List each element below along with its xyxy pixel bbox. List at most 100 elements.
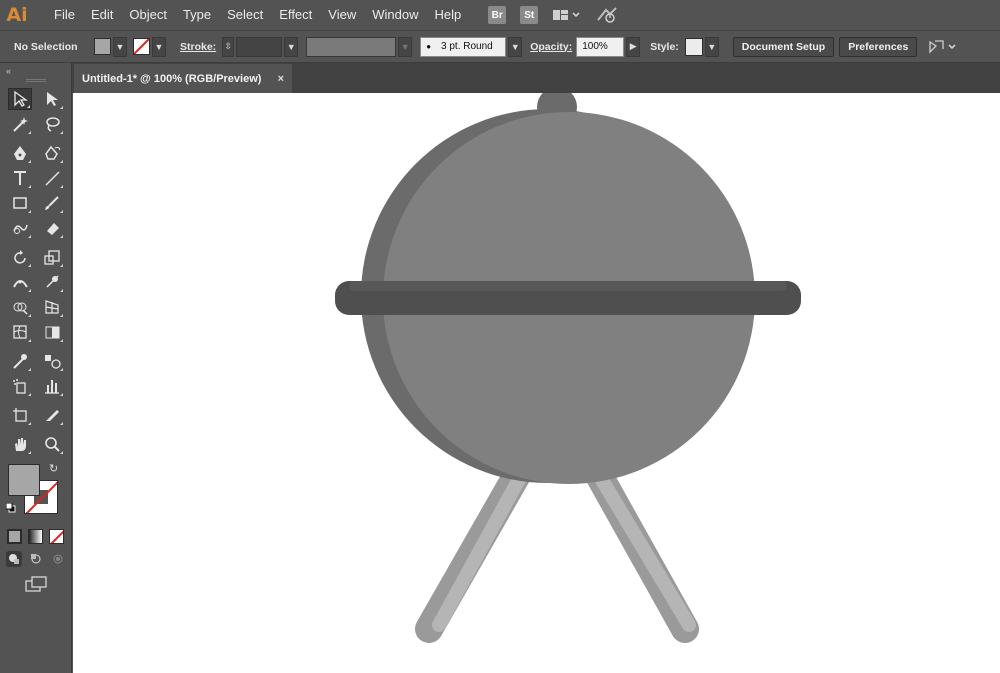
slice-tool-icon[interactable] (40, 404, 64, 426)
graphic-style-swatch[interactable] (684, 37, 703, 56)
bridge-icon[interactable]: Br (488, 6, 507, 24)
tools-panel: « ↻ (0, 63, 72, 673)
fill-swatch (94, 38, 111, 55)
eraser-tool-icon[interactable] (40, 217, 64, 239)
column-graph-tool-icon[interactable] (40, 375, 64, 397)
document-tab-title: Untitled-1* @ 100% (RGB/Preview) (82, 72, 262, 85)
stroke-none-swatch (133, 38, 150, 55)
draw-behind-icon[interactable] (28, 551, 44, 567)
document-tab[interactable]: Untitled-1* @ 100% (RGB/Preview) × (74, 64, 292, 93)
fill-color-box[interactable] (8, 464, 40, 496)
tool-row (0, 294, 71, 319)
tool-row (0, 86, 71, 111)
grill-left-leg (415, 447, 539, 643)
paintbrush-tool-icon[interactable] (40, 192, 64, 214)
menu-file[interactable]: File (46, 0, 83, 30)
selection-tool-icon[interactable] (7, 87, 32, 110)
mesh-tool-icon[interactable] (8, 321, 32, 343)
eyedropper-tool-icon[interactable] (8, 350, 32, 372)
stroke-label: Stroke: (180, 40, 217, 53)
screen-mode-icon[interactable] (24, 575, 48, 593)
artboard-tool-icon[interactable] (8, 404, 32, 426)
chevron-down-icon[interactable]: ▼ (152, 36, 166, 57)
tool-row (0, 319, 71, 344)
tool-row (0, 165, 71, 190)
barbecue-grill-artwork (335, 93, 801, 643)
shape-builder-tool-icon[interactable] (8, 296, 32, 318)
control-bar: No Selection ▼ ▼ Stroke: ⇳ ▼ ▼ ● 3 pt. R… (0, 30, 1000, 63)
artboard-canvas[interactable] (73, 93, 1000, 673)
default-fill-stroke-icon[interactable] (5, 502, 16, 513)
chevron-down-icon[interactable]: ▼ (398, 36, 413, 57)
rotate-tool-icon[interactable] (8, 246, 32, 268)
menu-select[interactable]: Select (219, 0, 271, 30)
opacity-label[interactable]: Opacity: (530, 41, 572, 53)
menu-edit[interactable]: Edit (83, 0, 121, 30)
perspective-grid-tool-icon[interactable] (40, 296, 64, 318)
chevron-down-icon[interactable]: ▼ (508, 36, 523, 57)
blend-tool-icon[interactable] (40, 350, 64, 372)
tool-row (0, 111, 71, 136)
tool-row (0, 402, 71, 427)
stroke-color-picker[interactable]: ▼ (133, 36, 166, 57)
align-options-icon[interactable] (927, 38, 959, 56)
menu-object[interactable]: Object (121, 0, 175, 30)
zoom-tool-icon[interactable] (40, 433, 64, 455)
collapse-panel-icon[interactable]: « (0, 63, 71, 79)
chevron-down-icon[interactable]: ▼ (284, 36, 299, 57)
none-mode-icon[interactable] (49, 528, 64, 544)
grill-band-highlight (349, 281, 787, 291)
preferences-button[interactable]: Preferences (839, 36, 918, 57)
gradient-tool-icon[interactable] (40, 321, 64, 343)
line-segment-tool-icon[interactable] (40, 167, 64, 189)
magic-wand-tool-icon[interactable] (8, 113, 32, 135)
stroke-weight-field[interactable] (236, 36, 283, 57)
close-tab-icon[interactable]: × (278, 73, 284, 85)
tool-row (0, 348, 71, 373)
tool-row (0, 373, 71, 398)
swap-fill-stroke-icon[interactable]: ↻ (49, 462, 58, 475)
symbol-sprayer-tool-icon[interactable] (8, 375, 32, 397)
tool-grid (0, 86, 71, 456)
width-tool-icon[interactable] (8, 271, 32, 293)
menu-view[interactable]: View (320, 0, 364, 30)
lasso-tool-icon[interactable] (40, 113, 64, 135)
draw-mode-row (0, 546, 71, 572)
menu-bar: Ai File Edit Object Type Select Effect V… (0, 0, 1000, 30)
stock-icon[interactable]: St (520, 6, 539, 24)
rectangle-tool-icon[interactable] (8, 192, 32, 214)
gpu-performance-icon[interactable] (596, 6, 618, 24)
menu-help[interactable]: Help (426, 0, 469, 30)
gradient-mode-icon[interactable] (28, 528, 43, 544)
color-mode-row (0, 526, 71, 546)
variable-width-profile[interactable] (306, 36, 397, 57)
opacity-field[interactable]: 100% (576, 36, 625, 57)
fill-color-picker[interactable]: ▼ (94, 36, 127, 57)
brush-definition-value: 3 pt. Round (441, 41, 493, 52)
shaper-tool-icon[interactable] (8, 217, 32, 239)
menu-effect[interactable]: Effect (271, 0, 320, 30)
curvature-tool-icon[interactable] (40, 142, 64, 164)
menu-type[interactable]: Type (175, 0, 219, 30)
pen-tool-icon[interactable] (8, 142, 32, 164)
chevron-down-icon[interactable]: ▼ (704, 36, 719, 57)
menu-window[interactable]: Window (364, 0, 426, 30)
chevron-right-icon[interactable]: ▶ (626, 36, 641, 57)
color-mode-icon[interactable] (7, 528, 22, 544)
draw-inside-icon[interactable] (50, 551, 66, 567)
type-tool-icon[interactable] (8, 167, 32, 189)
chevron-down-icon[interactable]: ▼ (113, 36, 127, 57)
direct-selection-tool-icon[interactable] (40, 88, 64, 110)
document-setup-button[interactable]: Document Setup (732, 36, 835, 57)
stroke-weight-stepper[interactable]: ⇳ (222, 36, 235, 57)
scale-tool-icon[interactable] (40, 246, 64, 268)
brush-definition-field[interactable]: ● 3 pt. Round (420, 36, 507, 57)
arrange-documents-icon[interactable] (552, 6, 582, 24)
grill-right-leg (577, 447, 699, 643)
fill-stroke-proxy: ↻ (0, 462, 71, 526)
panel-grip[interactable] (25, 79, 46, 82)
draw-normal-icon[interactable] (5, 551, 22, 567)
puppet-warp-tool-icon[interactable] (40, 271, 64, 293)
hand-tool-icon[interactable] (8, 433, 32, 455)
tool-row (0, 269, 71, 294)
